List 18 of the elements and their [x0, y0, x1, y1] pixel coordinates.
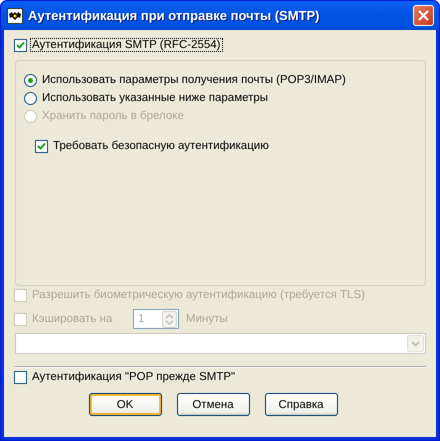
checkbox[interactable]	[35, 140, 48, 152]
radio-label[interactable]: Использовать параметры получения почты (POP3/IMAP)	[41, 74, 347, 86]
close-icon[interactable]	[418, 10, 429, 21]
checkbox[interactable]	[14, 370, 27, 384]
radio-label[interactable]: Использовать указанные ниже параметры	[41, 92, 270, 104]
dialog-button[interactable]: Отмена	[176, 393, 250, 416]
close-button[interactable]	[413, 5, 434, 26]
radio-button[interactable]	[24, 92, 37, 104]
window-title: Аутентификация при отправке почты (SMTP)	[28, 8, 320, 23]
checkbox-label[interactable]: Аутентификация SMTP (RFC-2554)	[31, 39, 222, 51]
dialog-button[interactable]: Справка	[264, 393, 338, 416]
radio-button[interactable]	[24, 74, 37, 86]
checkbox-label[interactable]: Аутентификация "POP прежде SMTP"	[31, 371, 236, 383]
checkbox[interactable]	[14, 38, 27, 52]
unit-label: Минуты	[185, 313, 229, 325]
dialog-button[interactable]: OK	[88, 393, 162, 416]
checkbox-label[interactable]: Требовать безопасную аутентификацию	[52, 140, 270, 152]
bat-icon	[7, 8, 23, 24]
